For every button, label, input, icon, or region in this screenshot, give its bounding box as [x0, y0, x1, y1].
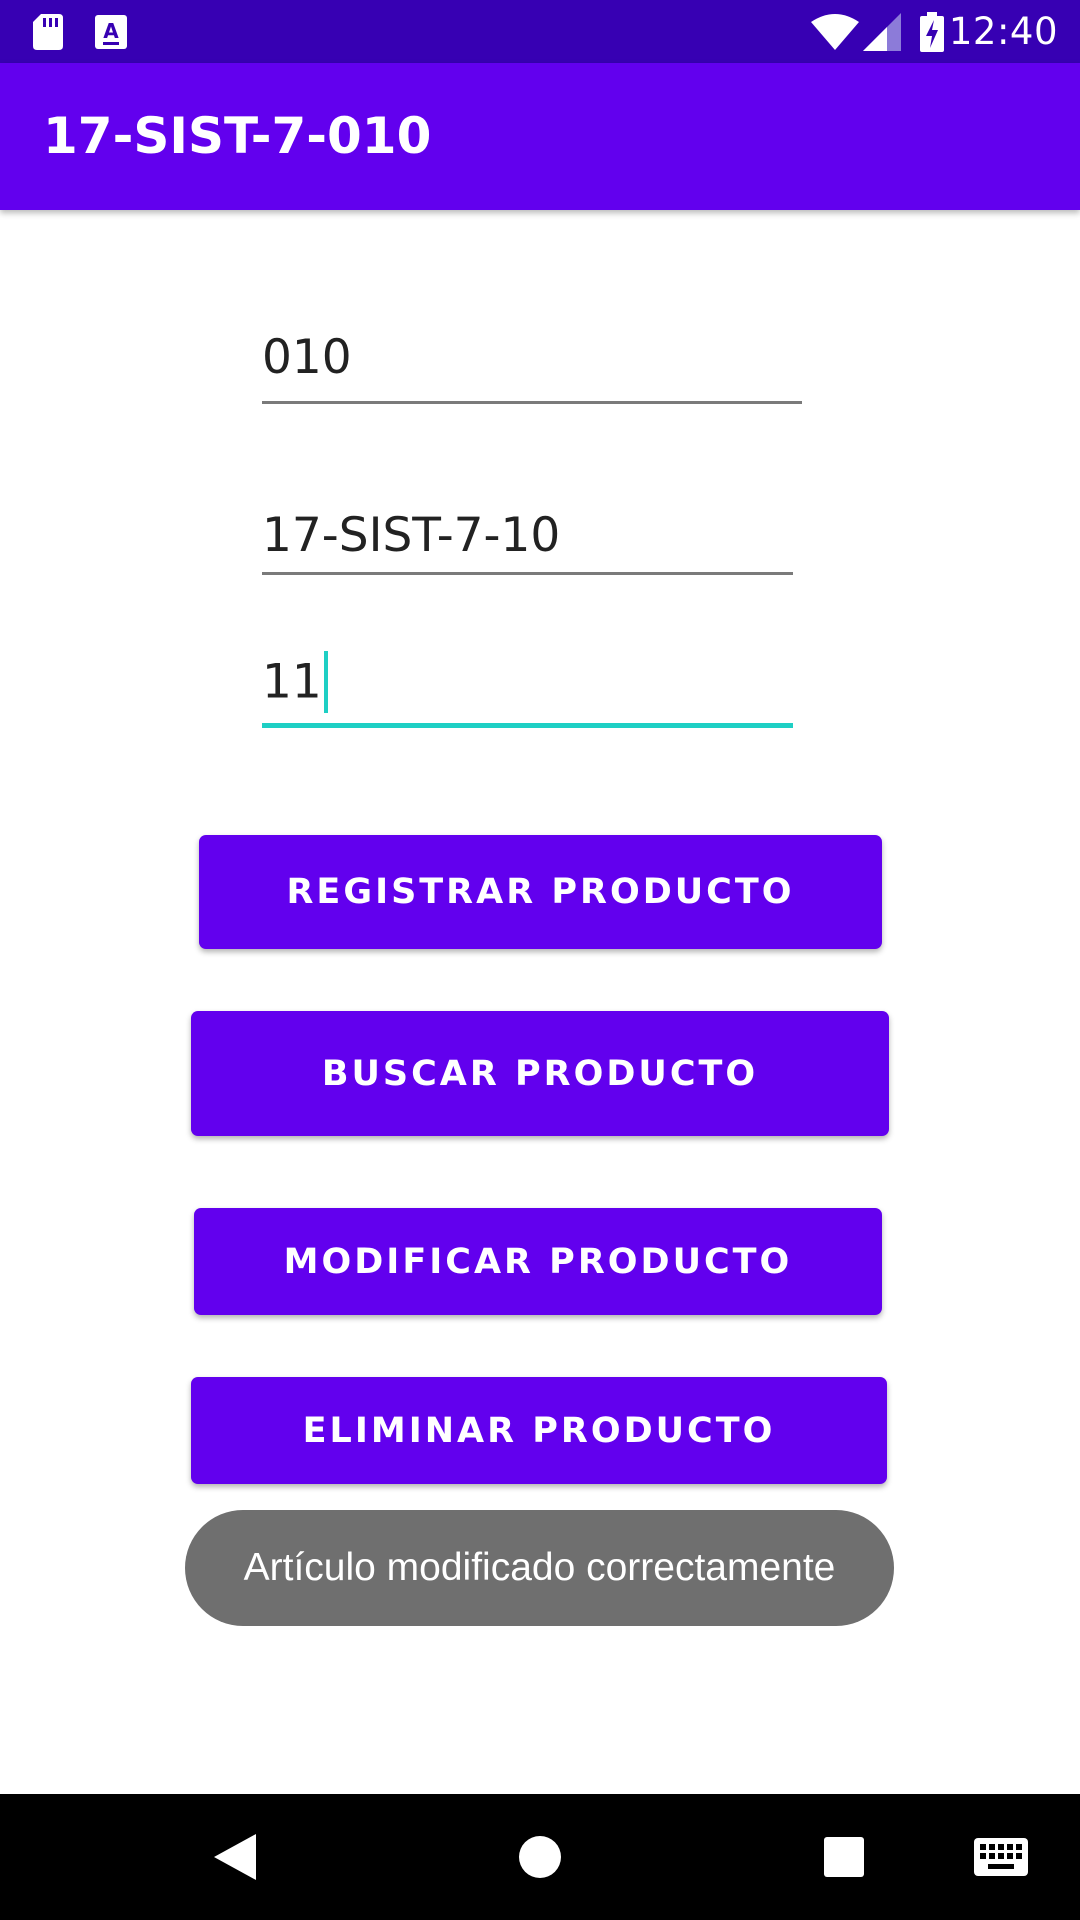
navigation-bar — [0, 1794, 1080, 1920]
product-code-value: 010 — [262, 330, 352, 385]
app-bar: 17-SIST-7-010 — [0, 63, 1080, 210]
delete-product-button[interactable]: ELIMINAR PRODUCTO — [191, 1377, 887, 1484]
toast-message: Artículo modificado correctamente — [185, 1510, 894, 1626]
keyboard-icon[interactable] — [971, 1794, 1031, 1920]
back-icon[interactable] — [195, 1794, 275, 1920]
search-product-button[interactable]: BUSCAR PRODUCTO — [191, 1011, 889, 1136]
product-price-field[interactable]: 11 — [262, 648, 793, 728]
register-product-button[interactable]: REGISTRAR PRODUCTO — [199, 835, 882, 949]
signal-icon — [862, 0, 902, 63]
font-a-icon: A — [94, 0, 128, 63]
svg-text:A: A — [103, 19, 119, 43]
app-title: 17-SIST-7-010 — [43, 107, 432, 165]
product-code-field[interactable]: 010 — [262, 322, 802, 404]
modify-product-button[interactable]: MODIFICAR PRODUCTO — [194, 1208, 882, 1315]
product-description-field[interactable]: 17-SIST-7-10 — [262, 500, 793, 575]
wifi-icon — [810, 0, 860, 63]
recents-icon[interactable] — [804, 1794, 884, 1920]
product-price-value: 11 — [262, 654, 322, 710]
status-bar: A 12:40 — [0, 0, 1080, 63]
sd-card-icon — [30, 0, 66, 63]
product-code-underline — [262, 401, 802, 404]
product-description-underline — [262, 572, 793, 575]
home-icon[interactable] — [500, 1794, 580, 1920]
product-price-text-wrap: 11 — [262, 651, 328, 716]
battery-charging-icon — [918, 0, 946, 63]
status-clock: 12:40 — [948, 10, 1058, 53]
product-price-underline — [262, 723, 793, 728]
product-description-value: 17-SIST-7-10 — [262, 508, 561, 563]
text-cursor — [323, 651, 328, 713]
